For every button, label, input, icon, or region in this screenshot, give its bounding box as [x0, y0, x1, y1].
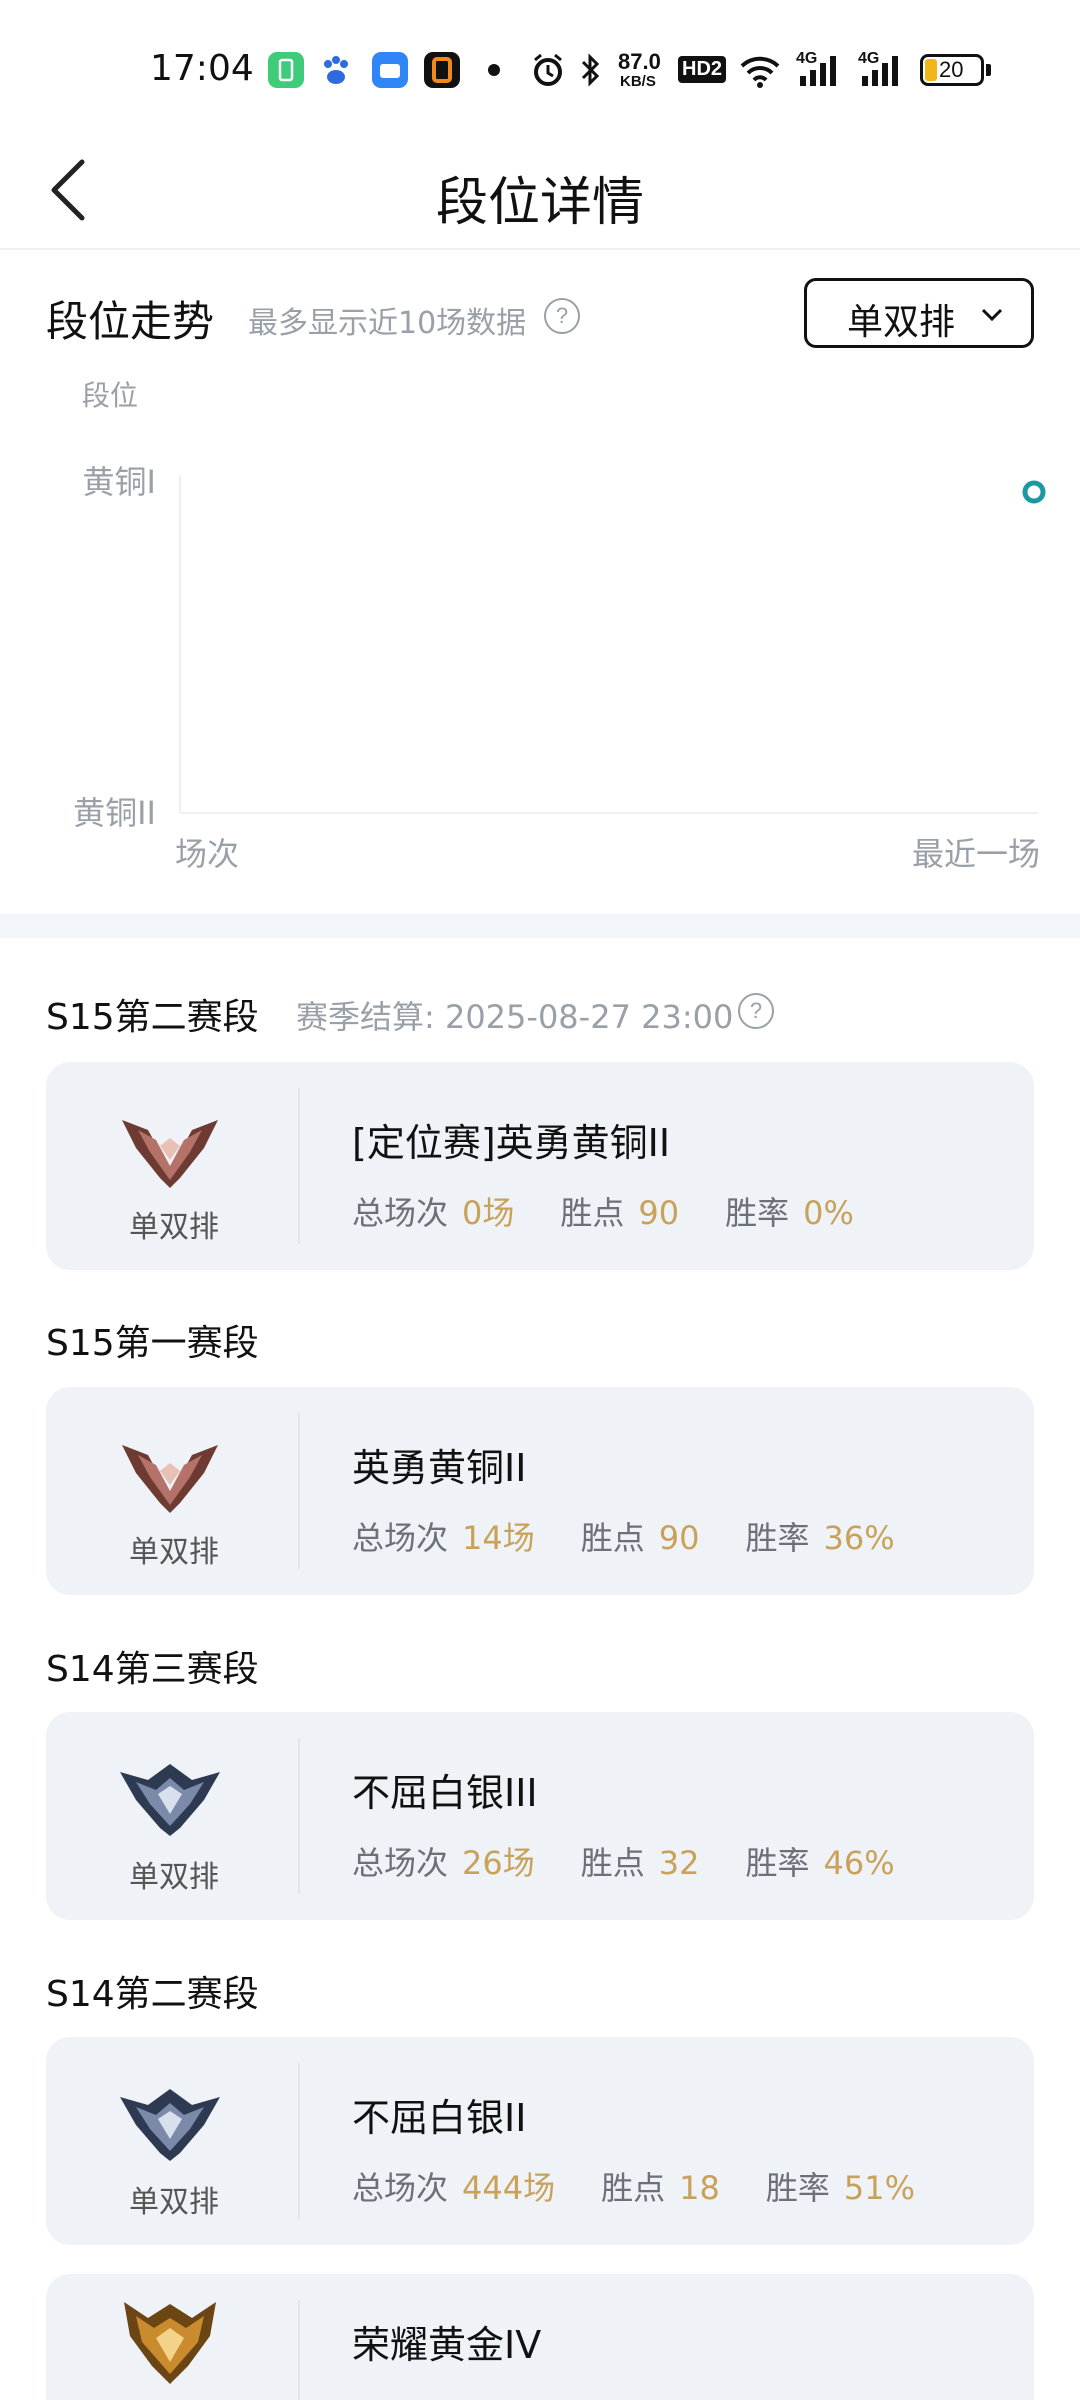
points-value: 32: [658, 1844, 700, 1882]
card-mode: 单双排: [129, 1535, 219, 1570]
winrate-label: 胜率: [725, 1194, 790, 1232]
dot-icon: [488, 64, 500, 76]
winrate-label: 胜率: [765, 2169, 830, 2207]
season-card[interactable]: 单双排 不屈白银II 总场次 444场 胜点 18 胜率 51%: [46, 2037, 1034, 2245]
games-value: 14场: [462, 1519, 535, 1557]
trend-help-icon[interactable]: ?: [544, 298, 580, 334]
card-stats: 总场次 0场 胜点 90 胜率 0%: [352, 1188, 900, 1234]
winrate-label: 胜率: [745, 1844, 810, 1882]
signal-icon: [800, 56, 836, 86]
gold-rank-icon: [124, 2302, 216, 2384]
app-orange-icon: [424, 52, 460, 88]
page-title: 段位详情: [435, 173, 644, 233]
season-title: S15第一赛段: [46, 1323, 259, 1364]
games-label: 总场次: [352, 1844, 449, 1882]
card-divider: [298, 1088, 300, 1244]
points-label: 胜点: [580, 1519, 645, 1557]
net-speed: 87.0: [618, 49, 661, 74]
section-divider: [0, 914, 1080, 938]
trend-chart: 段位 黄铜II 黄铜I 场次 最近一场: [0, 370, 1080, 890]
card-divider: [298, 2063, 300, 2219]
settle-help-icon[interactable]: ?: [738, 993, 774, 1029]
games-value: 0场: [462, 1194, 515, 1232]
points-label: 胜点: [601, 2169, 666, 2207]
chart-x-tick-left: 场次: [175, 835, 239, 873]
card-rank: 英勇黄铜II: [352, 1446, 527, 1490]
status-bar: 17:04 87.0 KB/S HD2 4G 4G 20: [0, 0, 1080, 130]
card-stats: 总场次 26场 胜点 32 胜率 46%: [352, 1838, 941, 1884]
games-label: 总场次: [352, 1519, 449, 1557]
card-divider: [298, 2300, 300, 2400]
battery-icon: 20: [920, 54, 984, 86]
baidu-icon: [324, 56, 348, 84]
winrate-value: 36%: [823, 1519, 895, 1557]
chevron-down-icon: [981, 308, 1003, 322]
signal-icon: [862, 56, 898, 86]
points-label: 胜点: [580, 1844, 645, 1882]
battery-tip: [986, 64, 991, 76]
season-card[interactable]: 单双排 英勇黄铜II 总场次 14场 胜点 90 胜率 36%: [46, 1387, 1034, 1595]
battery-level: 20: [939, 57, 964, 82]
card-rank: [定位赛]英勇黄铜II: [352, 1121, 671, 1165]
season-title: S14第二赛段: [46, 1974, 259, 2015]
card-stats: 总场次 14场 胜点 90 胜率 36%: [352, 1513, 941, 1559]
card-rank: 不屈白银III: [352, 1771, 538, 1815]
silver-rank-icon: [120, 1764, 220, 1836]
status-time: 17:04: [150, 48, 254, 89]
winrate-value: 46%: [823, 1844, 895, 1882]
card-mode: 单双排: [129, 1860, 219, 1895]
card-rank: 不屈白银II: [352, 2096, 527, 2140]
app-blue-icon: [372, 52, 408, 88]
card-divider: [298, 1413, 300, 1569]
mode-select-label: 单双排: [847, 302, 956, 343]
chart-x-tick-right: 最近一场: [912, 835, 1040, 873]
games-label: 总场次: [352, 2169, 449, 2207]
season-title: S14第三赛段: [46, 1649, 259, 1690]
chart-y-tick: 黄铜I: [83, 463, 156, 501]
trend-title: 段位走势: [46, 297, 215, 346]
wifi-icon: [740, 56, 780, 88]
bronze-rank-icon: [122, 1120, 218, 1188]
games-label: 总场次: [352, 1194, 449, 1232]
chart-y-tick: 黄铜II: [73, 794, 156, 832]
net-speed-unit: KB/S: [620, 73, 656, 90]
trend-chart-svg: 段位 黄铜II 黄铜I 场次 最近一场: [73, 379, 1046, 873]
games-value: 444场: [462, 2169, 556, 2207]
points-value: 90: [638, 1194, 680, 1232]
season-card[interactable]: 单双排 [定位赛]英勇黄铜II 总场次 0场 胜点 90 胜率 0%: [46, 1062, 1034, 1270]
card-stats: 总场次 444场 胜点 18 胜率 51%: [352, 2163, 961, 2209]
points-value: 18: [679, 2169, 720, 2207]
chart-point[interactable]: [1022, 480, 1046, 504]
points-value: 90: [658, 1519, 700, 1557]
winrate-label: 胜率: [745, 1519, 810, 1557]
alarm-icon: [534, 53, 562, 86]
winrate-value: 51%: [843, 2169, 915, 2207]
season-title: S15第二赛段: [46, 997, 259, 1038]
card-mode: 单双排: [129, 2185, 219, 2220]
bluetooth-icon: [581, 53, 600, 87]
season-card[interactable]: 荣耀黄金IV: [46, 2274, 1034, 2400]
mode-select[interactable]: 单双排: [804, 278, 1034, 348]
winrate-value: 0%: [803, 1194, 854, 1232]
card-divider: [298, 1738, 300, 1894]
silver-rank-icon: [120, 2089, 220, 2161]
trend-hint: 最多显示近10场数据: [248, 306, 527, 341]
points-label: 胜点: [560, 1194, 625, 1232]
header: 段位详情: [0, 130, 1080, 250]
battery-app-icon: [268, 52, 304, 88]
hd-icon: HD2: [678, 56, 727, 83]
card-mode: 单双排: [129, 1210, 219, 1245]
bronze-rank-icon: [122, 1445, 218, 1513]
season-card[interactable]: 单双排 不屈白银III 总场次 26场 胜点 32 胜率 46%: [46, 1712, 1034, 1920]
card-rank: 荣耀黄金IV: [352, 2323, 542, 2367]
chart-y-axis-label: 段位: [82, 379, 138, 412]
games-value: 26场: [462, 1844, 535, 1882]
season-settle-time: 赛季结算: 2025-08-27 23:00: [296, 998, 734, 1036]
